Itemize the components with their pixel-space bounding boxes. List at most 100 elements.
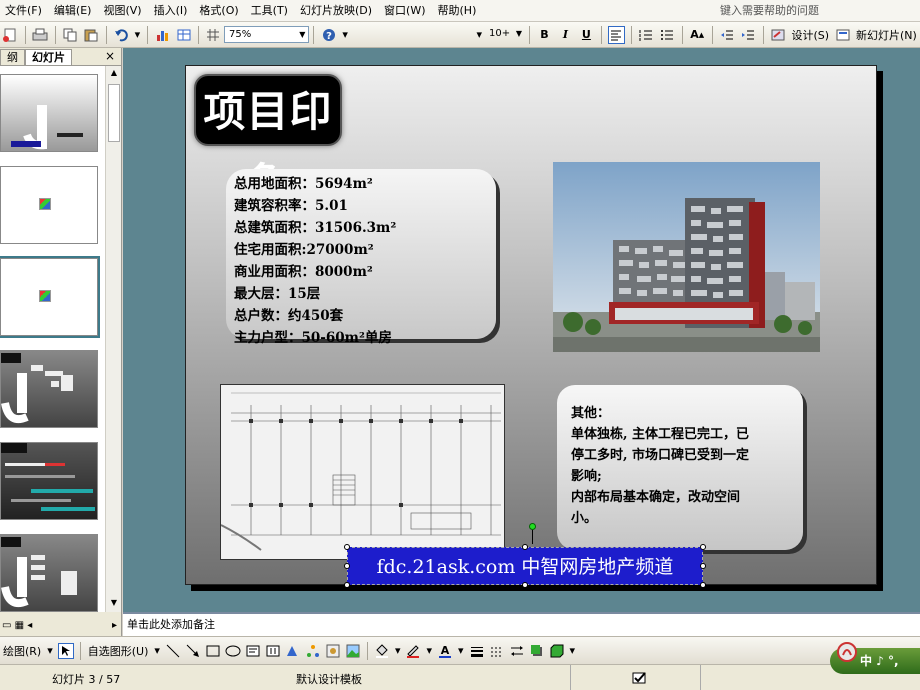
design-template-name: 默认设计模板: [296, 673, 362, 686]
svg-text:A: A: [441, 644, 450, 657]
fill-color-icon[interactable]: [374, 643, 390, 659]
arrow-icon[interactable]: [185, 643, 201, 659]
svg-text:?: ?: [326, 31, 332, 42]
scroll-up-icon[interactable]: ▲: [108, 68, 120, 80]
building-photo[interactable]: [553, 162, 820, 352]
design-button[interactable]: 设计(S): [791, 27, 829, 43]
slide-thumbnail[interactable]: [0, 166, 98, 244]
watermark-banner[interactable]: fdc.21ask.com 中智网房地产频道: [347, 547, 703, 585]
selection-handle[interactable]: [522, 544, 528, 550]
chevron-down-icon: ▾: [394, 644, 401, 657]
tab-outline[interactable]: 纲: [0, 49, 25, 65]
help-icon[interactable]: ?: [320, 26, 337, 44]
undo-icon[interactable]: [113, 26, 130, 44]
arrow-style-icon[interactable]: [509, 643, 525, 659]
slide-thumbnail[interactable]: [0, 442, 98, 520]
menu-help[interactable]: 帮助(H): [433, 0, 484, 22]
new-icon[interactable]: [2, 26, 19, 44]
menu-file[interactable]: 文件(F): [0, 0, 49, 22]
line-color-icon[interactable]: [405, 643, 421, 659]
paste-icon[interactable]: [83, 26, 100, 44]
shadow-style-icon[interactable]: [529, 643, 545, 659]
scroll-left-icon[interactable]: ◂: [27, 620, 32, 631]
zoom-select[interactable]: 75% ▼: [223, 26, 310, 43]
floor-plan-image[interactable]: [220, 384, 505, 560]
numbered-list-icon[interactable]: [638, 26, 655, 44]
close-icon[interactable]: ×: [105, 49, 115, 63]
notes-pane[interactable]: 单击此处添加备注: [123, 612, 920, 636]
font-size-select[interactable]: 10+ ▼: [485, 26, 525, 43]
slide-thumbnail[interactable]: [0, 74, 98, 152]
menu-edit[interactable]: 编辑(E): [49, 0, 99, 22]
toolbar-overflow-icon[interactable]: ▾: [342, 28, 348, 41]
line-style-icon[interactable]: [469, 643, 485, 659]
italic-button[interactable]: I: [557, 26, 574, 44]
sorter-view-icon[interactable]: ▦: [15, 620, 24, 631]
rectangle-icon[interactable]: [205, 643, 221, 659]
toolbar-overflow-icon[interactable]: ▾: [570, 644, 576, 657]
slide-thumbnail[interactable]: [0, 350, 98, 428]
dash-style-icon[interactable]: [489, 643, 505, 659]
new-slide-button[interactable]: 新幻灯片(N): [856, 27, 917, 43]
menu-window[interactable]: 窗口(W): [379, 0, 432, 22]
copy-icon[interactable]: [62, 26, 79, 44]
stat-line: 总建筑面积：31506.3m²: [234, 220, 397, 236]
line-icon[interactable]: [165, 643, 181, 659]
diagram-icon[interactable]: [305, 643, 321, 659]
selection-handle[interactable]: [700, 582, 706, 588]
3d-style-icon[interactable]: [549, 643, 565, 659]
bullet-list-icon[interactable]: [659, 26, 676, 44]
font-size-value: 10+: [488, 28, 511, 39]
select-pointer-icon[interactable]: [57, 642, 74, 659]
normal-view-icon[interactable]: ▭: [2, 620, 11, 631]
picture-icon[interactable]: [345, 643, 361, 659]
other-line: 小。: [571, 511, 598, 526]
bold-button[interactable]: B: [536, 26, 553, 44]
autoshapes-button[interactable]: 自选图形(U): [88, 643, 149, 659]
tab-slides[interactable]: 幻灯片: [25, 49, 72, 65]
help-search-input[interactable]: 键入需要帮助的问题: [720, 3, 870, 19]
slide-workspace: 项目印象 总用地面积：5694m² 建筑容积率：5.01 总建筑面积：31506…: [123, 48, 920, 612]
selection-handle[interactable]: [700, 563, 706, 569]
grid-icon[interactable]: [205, 26, 222, 44]
slide-title[interactable]: 项目印象: [194, 74, 342, 208]
new-slide-icon[interactable]: [834, 26, 851, 44]
undo-dropdown-arrow[interactable]: ▾: [135, 28, 141, 41]
increase-indent-icon[interactable]: [740, 26, 757, 44]
thumbnails-scrollbar[interactable]: ▲ ▼: [105, 66, 121, 612]
selection-handle[interactable]: [344, 563, 350, 569]
underline-button[interactable]: U: [578, 26, 595, 44]
textbox-icon[interactable]: [245, 643, 261, 659]
menu-insert[interactable]: 插入(I): [149, 0, 195, 22]
font-color-icon[interactable]: A: [437, 643, 453, 659]
menu-tools[interactable]: 工具(T): [246, 0, 295, 22]
draw-menu-button[interactable]: 绘图(R): [3, 643, 41, 659]
menu-view[interactable]: 视图(V): [98, 0, 148, 22]
insert-table-icon[interactable]: [175, 26, 192, 44]
design-icon[interactable]: [770, 26, 787, 44]
decrease-indent-icon[interactable]: [719, 26, 736, 44]
chevron-down-icon: ▼: [299, 30, 306, 39]
align-left-icon[interactable]: [607, 25, 625, 44]
selection-handle[interactable]: [344, 544, 350, 550]
scroll-right-icon[interactable]: ▸: [112, 620, 117, 631]
clipart-icon[interactable]: [325, 643, 341, 659]
slide-thumbnail-selected[interactable]: [0, 256, 100, 338]
project-stats-box[interactable]: 总用地面积：5694m² 建筑容积率：5.01 总建筑面积：31506.3m² …: [226, 169, 496, 346]
vertical-textbox-icon[interactable]: [265, 643, 281, 659]
scrollbar-thumb[interactable]: [108, 84, 120, 142]
rotation-handle[interactable]: [529, 523, 536, 530]
increase-font-icon[interactable]: A ▲: [689, 26, 706, 44]
scroll-down-icon[interactable]: ▼: [108, 598, 120, 610]
slide-thumbnail[interactable]: [0, 534, 98, 612]
insert-chart-icon[interactable]: [154, 26, 171, 44]
oval-icon[interactable]: [225, 643, 241, 659]
menu-slideshow[interactable]: 幻灯片放映(D): [295, 0, 379, 22]
selection-handle[interactable]: [344, 582, 350, 588]
selection-handle[interactable]: [522, 582, 528, 588]
selection-handle[interactable]: [700, 544, 706, 550]
menu-format[interactable]: 格式(O): [194, 0, 245, 22]
other-notes-box[interactable]: 其他： 单体独栋, 主体工程已完工，已 停工多时, 市场口碑已受到一定 影响; …: [557, 385, 803, 550]
wordart-icon[interactable]: [285, 643, 301, 659]
print-icon[interactable]: [32, 26, 49, 44]
